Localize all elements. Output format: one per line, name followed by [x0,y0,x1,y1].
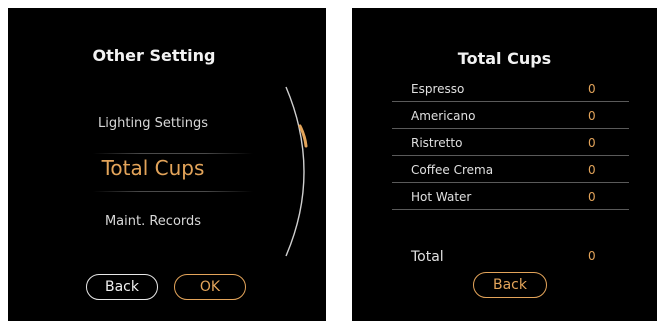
other-setting-screen: Other Setting Lighting Settings Total Cu… [8,8,326,321]
menu-divider [93,153,253,154]
menu-item-total-cups[interactable]: Total Cups [8,156,298,180]
menu-item-maint-records[interactable]: Maint. Records [8,214,298,229]
total-label: Total [411,249,444,265]
cup-count: 0 [588,136,596,150]
cup-count: 0 [588,163,596,177]
cup-count: 0 [588,190,596,204]
menu-item-lighting-settings[interactable]: Lighting Settings [8,116,298,131]
back-button[interactable]: Back [86,274,158,300]
list-item: Americano 0 [392,101,629,129]
list-item: Espresso 0 [392,74,629,102]
cup-count: 0 [588,109,596,123]
list-item: Hot Water 0 [392,182,629,210]
scroll-track [285,86,305,257]
menu-divider [93,191,253,192]
cup-count: 0 [588,82,596,96]
drink-name: Hot Water [411,190,472,204]
drink-name: Espresso [411,82,465,96]
total-value: 0 [588,249,596,263]
total-cups-screen: Total Cups Espresso 0 Americano 0 Ristre… [352,8,657,321]
back-button[interactable]: Back [473,272,547,298]
ok-button[interactable]: OK [174,274,246,300]
list-item: Coffee Crema 0 [392,155,629,183]
list-item: Ristretto 0 [392,128,629,156]
screen-title: Other Setting [92,46,216,65]
scroll-indicator[interactable] [278,84,318,259]
drink-name: Americano [411,109,476,123]
drink-name: Ristretto [411,136,463,150]
screen-title: Total Cups [457,49,552,68]
drink-name: Coffee Crema [411,163,494,177]
